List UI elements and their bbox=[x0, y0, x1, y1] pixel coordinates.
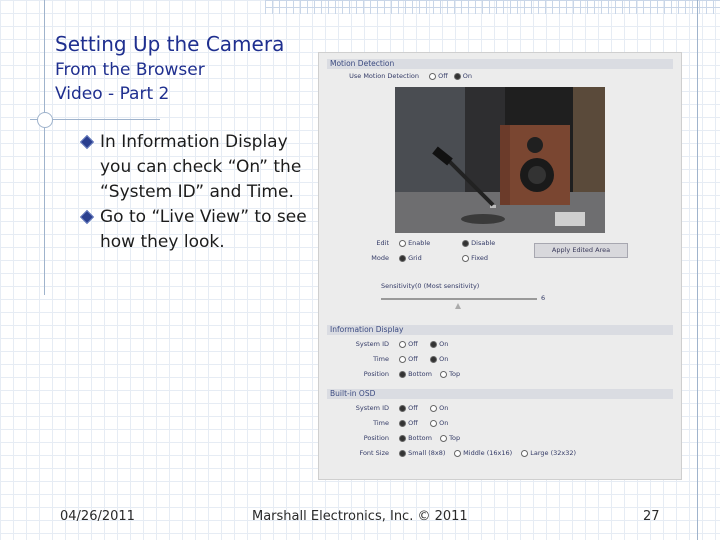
sensitivity-value: 6 bbox=[541, 294, 546, 302]
osd-position-label: Position bbox=[363, 434, 389, 442]
sensitivity-label: Sensitivity(0 (Most sensitivity) bbox=[381, 282, 480, 290]
decorative-right-line bbox=[697, 0, 698, 540]
edit-disable-radio[interactable] bbox=[462, 239, 470, 247]
disable-label: Disable bbox=[471, 239, 496, 247]
osd-time-off-radio[interactable] bbox=[399, 419, 407, 427]
on-label: On bbox=[462, 72, 473, 80]
decorative-circle bbox=[37, 112, 53, 128]
osd-system-id-on-radio[interactable] bbox=[430, 404, 438, 412]
osd-system-id-row: System ID Off On bbox=[319, 404, 449, 412]
decorative-vertical-line bbox=[44, 0, 45, 295]
osd-system-id-off-radio[interactable] bbox=[399, 404, 407, 412]
bullet-text: In Information Display you can check “On… bbox=[100, 132, 302, 202]
edit-label: Edit bbox=[376, 239, 389, 247]
diamond-bullet-icon bbox=[79, 134, 95, 150]
info-system-id-label: System ID bbox=[355, 340, 389, 348]
mode-label: Mode bbox=[371, 254, 389, 262]
info-time-on-radio[interactable] bbox=[430, 355, 438, 363]
off-label: Off bbox=[408, 404, 418, 412]
fixed-label: Fixed bbox=[471, 254, 488, 262]
use-motion-detection-row: Use Motion Detection Off On bbox=[319, 72, 472, 80]
slide-subtitle-1: From the Browser bbox=[55, 60, 205, 80]
small-label: Small (8x8) bbox=[408, 449, 446, 457]
bullet-text: Go to “Live View” to see how they look. bbox=[100, 207, 307, 252]
sensitivity-slider[interactable] bbox=[381, 298, 537, 300]
camera-scene-image bbox=[395, 87, 605, 233]
large-label: Large (32x32) bbox=[530, 449, 577, 457]
bullet-item: Go to “Live View” to see how they look. bbox=[78, 205, 318, 255]
top-label: Top bbox=[449, 434, 461, 442]
osd-font-middle-radio[interactable] bbox=[454, 449, 462, 457]
info-position-bottom-radio[interactable] bbox=[399, 370, 407, 378]
info-position-top-radio[interactable] bbox=[440, 370, 448, 378]
motion-detection-header: Motion Detection bbox=[327, 59, 673, 69]
on-label: On bbox=[439, 419, 449, 427]
on-label: On bbox=[439, 404, 449, 412]
footer-company: Marshall Electronics, Inc. © 2011 bbox=[252, 509, 468, 524]
osd-position-top-radio[interactable] bbox=[440, 434, 448, 442]
osd-position-row: Position Bottom Top bbox=[319, 434, 460, 442]
mode-grid-radio[interactable] bbox=[399, 254, 407, 262]
bullet-item: In Information Display you can check “On… bbox=[78, 130, 318, 205]
osd-time-on-radio[interactable] bbox=[430, 419, 438, 427]
info-time-label: Time bbox=[373, 355, 389, 363]
osd-position-bottom-radio[interactable] bbox=[399, 434, 407, 442]
osd-font-small-radio[interactable] bbox=[399, 449, 407, 457]
on-label: On bbox=[439, 355, 449, 363]
information-display-header: Information Display bbox=[327, 325, 673, 335]
osd-time-label: Time bbox=[373, 419, 389, 427]
built-in-osd-header: Built-in OSD bbox=[327, 389, 673, 399]
osd-font-large-radio[interactable] bbox=[521, 449, 529, 457]
edit-enable-radio[interactable] bbox=[399, 239, 407, 247]
sensitivity-slider-thumb[interactable] bbox=[455, 303, 461, 309]
apply-edited-area-button[interactable]: Apply Edited Area bbox=[534, 243, 628, 258]
footer-page-number: 27 bbox=[643, 509, 660, 524]
info-time-off-radio[interactable] bbox=[399, 355, 407, 363]
osd-time-row: Time Off On bbox=[319, 419, 448, 427]
grid-label: Grid bbox=[408, 254, 422, 262]
middle-label: Middle (16x16) bbox=[463, 449, 513, 457]
use-motion-on-radio[interactable] bbox=[453, 72, 461, 80]
on-label: On bbox=[439, 340, 449, 348]
use-motion-detection-label: Use Motion Detection bbox=[349, 72, 419, 80]
live-video-preview bbox=[395, 87, 605, 233]
off-label: Off bbox=[408, 419, 418, 427]
enable-label: Enable bbox=[408, 239, 431, 247]
osd-system-id-label: System ID bbox=[355, 404, 389, 412]
info-time-row: Time Off On bbox=[319, 355, 448, 363]
off-label: Off bbox=[408, 340, 418, 348]
info-system-id-off-radio[interactable] bbox=[399, 340, 407, 348]
bottom-label: Bottom bbox=[408, 434, 432, 442]
off-label: Off bbox=[408, 355, 418, 363]
mode-row: Mode Grid Fixed bbox=[319, 254, 488, 262]
info-system-id-row: System ID Off On bbox=[319, 340, 449, 348]
edit-row: Edit Enable Disable bbox=[319, 239, 495, 247]
info-position-label: Position bbox=[363, 370, 389, 378]
slide-subtitle-2: Video - Part 2 bbox=[55, 84, 170, 104]
osd-font-size-label: Font Size bbox=[359, 449, 389, 457]
info-position-row: Position Bottom Top bbox=[319, 370, 460, 378]
bullet-list: In Information Display you can check “On… bbox=[78, 130, 318, 255]
use-motion-off-radio[interactable] bbox=[429, 72, 437, 80]
footer-date: 04/26/2011 bbox=[60, 509, 135, 524]
osd-font-size-row: Font Size Small (8x8) Middle (16x16) Lar… bbox=[319, 449, 576, 457]
top-label: Top bbox=[449, 370, 461, 378]
slide-title: Setting Up the Camera bbox=[55, 32, 285, 56]
off-label: Off bbox=[438, 72, 448, 80]
mode-fixed-radio[interactable] bbox=[462, 254, 470, 262]
camera-settings-screenshot: Motion Detection Use Motion Detection Of… bbox=[318, 52, 682, 480]
top-grid-decoration bbox=[265, 0, 720, 14]
diamond-bullet-icon bbox=[79, 209, 95, 225]
bottom-label: Bottom bbox=[408, 370, 432, 378]
info-system-id-on-radio[interactable] bbox=[430, 340, 438, 348]
